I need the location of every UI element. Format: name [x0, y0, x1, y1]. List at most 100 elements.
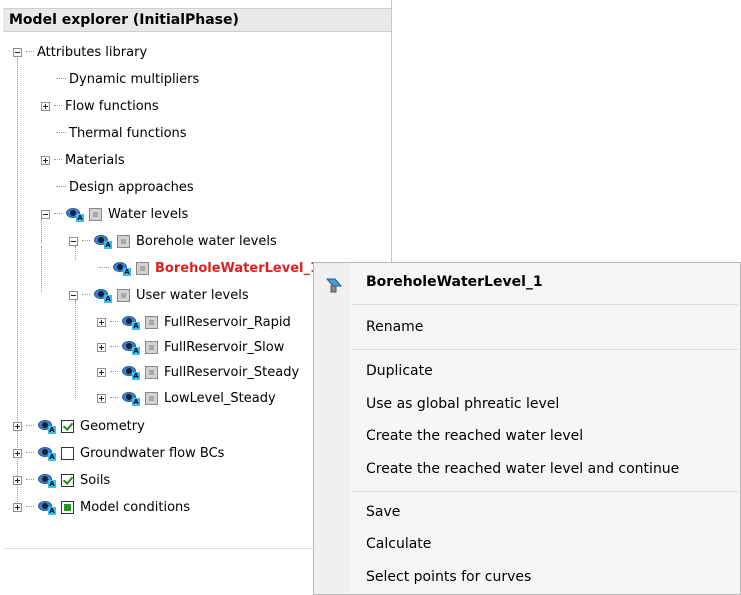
tree-item-thermal-functions[interactable]: Thermal functions: [56, 121, 187, 145]
tree-item-groundwater-flow-bcs[interactable]: A Groundwater flow BCs: [13, 441, 224, 465]
context-menu: BoreholeWaterLevel_1 Rename Duplicate Us…: [313, 262, 741, 595]
tree-item-label: FullReservoir_Steady: [164, 364, 300, 380]
expand-icon[interactable]: [13, 502, 22, 512]
tree-item-label: Groundwater flow BCs: [80, 445, 225, 461]
tree-connector: [54, 213, 62, 215]
tree-item-water-levels[interactable]: A Water levels: [41, 202, 188, 226]
tree-connector: [110, 321, 118, 323]
visibility-eye-icon[interactable]: A: [121, 339, 141, 355]
tree-connector: [26, 425, 34, 427]
panel-title: Model explorer (InitialPhase): [3, 8, 391, 32]
checkbox-icon[interactable]: [145, 391, 158, 405]
tree-item-label: Water levels: [108, 206, 189, 222]
tree-line: [75, 300, 76, 398]
expand-icon[interactable]: [97, 317, 106, 327]
checkbox-icon[interactable]: [136, 261, 149, 275]
tree-line: [41, 246, 42, 292]
menu-item-create-reached-water-level[interactable]: Create the reached water level: [366, 428, 583, 444]
tree-connector: [110, 397, 118, 399]
expand-icon[interactable]: [97, 342, 106, 352]
tree-item-design-approaches[interactable]: Design approaches: [56, 175, 194, 199]
checkbox-partial-icon[interactable]: [61, 500, 74, 514]
tree-connector: [26, 452, 34, 454]
context-menu-header: BoreholeWaterLevel_1: [366, 274, 543, 290]
tree-item-label: Borehole water levels: [136, 233, 277, 249]
tree-item-label: Model conditions: [80, 499, 191, 515]
tree-item-full-reservoir-slow[interactable]: A FullReservoir_Slow: [97, 335, 284, 359]
tree-item-label: User water levels: [136, 287, 249, 303]
menu-item-save[interactable]: Save: [366, 504, 400, 520]
checkbox-icon[interactable]: [145, 340, 158, 354]
checkbox-checked-icon[interactable]: [61, 473, 74, 487]
tree-item-soils[interactable]: A Soils: [13, 468, 110, 492]
tree-connector: [56, 78, 66, 80]
tree-item-user-water-levels[interactable]: A User water levels: [69, 283, 249, 307]
expand-icon[interactable]: [41, 101, 50, 111]
menu-icon-gutter: [314, 263, 350, 594]
tree-connector: [110, 346, 118, 348]
expand-icon[interactable]: [97, 393, 106, 403]
checkbox-icon[interactable]: [89, 207, 102, 221]
menu-item-create-reached-water-level-continue[interactable]: Create the reached water level and conti…: [366, 461, 679, 477]
visibility-eye-icon[interactable]: A: [37, 499, 57, 515]
tree-connector: [56, 186, 66, 188]
visibility-eye-icon[interactable]: A: [37, 472, 57, 488]
tree-item-label: Flow functions: [65, 98, 159, 114]
tree-item-materials[interactable]: Materials: [41, 148, 125, 172]
tree-item-borehole-water-level-1[interactable]: A BoreholeWaterLevel_1: [99, 256, 319, 280]
tree-connector: [82, 294, 90, 296]
tree-item-label: FullReservoir_Slow: [164, 339, 285, 355]
menu-separator: [352, 491, 738, 492]
collapse-icon[interactable]: [69, 236, 78, 246]
visibility-eye-icon[interactable]: A: [65, 206, 85, 222]
tree-item-full-reservoir-rapid[interactable]: A FullReservoir_Rapid: [97, 310, 291, 334]
tree-item-geometry[interactable]: A Geometry: [13, 414, 145, 438]
tree-item-label: LowLevel_Steady: [164, 390, 276, 406]
tree-item-label-selected: BoreholeWaterLevel_1: [155, 260, 320, 276]
checkbox-icon[interactable]: [117, 288, 130, 302]
visibility-eye-icon[interactable]: A: [93, 233, 113, 249]
tree-connector: [82, 240, 90, 242]
tree-item-borehole-water-levels[interactable]: A Borehole water levels: [69, 229, 277, 253]
tree-item-model-conditions[interactable]: A Model conditions: [13, 495, 190, 519]
expand-icon[interactable]: [13, 475, 22, 485]
checkbox-checked-icon[interactable]: [61, 419, 74, 433]
visibility-eye-icon[interactable]: A: [37, 445, 57, 461]
visibility-eye-icon[interactable]: A: [37, 418, 57, 434]
visibility-eye-icon[interactable]: A: [121, 390, 141, 406]
checkbox-icon[interactable]: [117, 234, 130, 248]
expand-icon[interactable]: [13, 448, 22, 458]
collapse-icon[interactable]: [41, 209, 50, 219]
tree-item-label: Soils: [80, 472, 111, 488]
tree-connector: [26, 51, 34, 53]
checkbox-unchecked-icon[interactable]: [61, 446, 74, 460]
tree-item-low-level-steady[interactable]: A LowLevel_Steady: [97, 386, 276, 410]
tree-item-label: FullReservoir_Rapid: [164, 314, 291, 330]
checkbox-icon[interactable]: [145, 315, 158, 329]
tree-connector: [110, 371, 118, 373]
tree-item-label: Design approaches: [69, 179, 194, 195]
tree-connector: [56, 132, 66, 134]
tree-item-full-reservoir-steady[interactable]: A FullReservoir_Steady: [97, 360, 299, 384]
collapse-icon[interactable]: [69, 290, 78, 300]
tree-item-label: Attributes library: [37, 44, 148, 60]
menu-item-use-as-global-phreatic-level[interactable]: Use as global phreatic level: [366, 396, 559, 412]
menu-item-rename[interactable]: Rename: [366, 319, 423, 335]
menu-item-select-points-for-curves[interactable]: Select points for curves: [366, 569, 531, 585]
visibility-eye-icon[interactable]: A: [121, 364, 141, 380]
visibility-eye-icon[interactable]: A: [121, 314, 141, 330]
expand-icon[interactable]: [41, 155, 50, 165]
collapse-icon[interactable]: [13, 47, 22, 57]
menu-item-calculate[interactable]: Calculate: [366, 536, 431, 552]
checkbox-icon[interactable]: [145, 365, 158, 379]
tree-connector: [26, 506, 34, 508]
tree-item-label: Materials: [65, 152, 125, 168]
expand-icon[interactable]: [13, 421, 22, 431]
tree-item-flow-functions[interactable]: Flow functions: [41, 94, 159, 118]
tree-item-dynamic-multipliers[interactable]: Dynamic multipliers: [56, 67, 199, 91]
tree-item-attributes-library[interactable]: Attributes library: [13, 40, 147, 64]
visibility-eye-icon[interactable]: A: [93, 287, 113, 303]
menu-item-duplicate[interactable]: Duplicate: [366, 363, 433, 379]
visibility-eye-icon[interactable]: A: [112, 260, 132, 276]
expand-icon[interactable]: [97, 367, 106, 377]
